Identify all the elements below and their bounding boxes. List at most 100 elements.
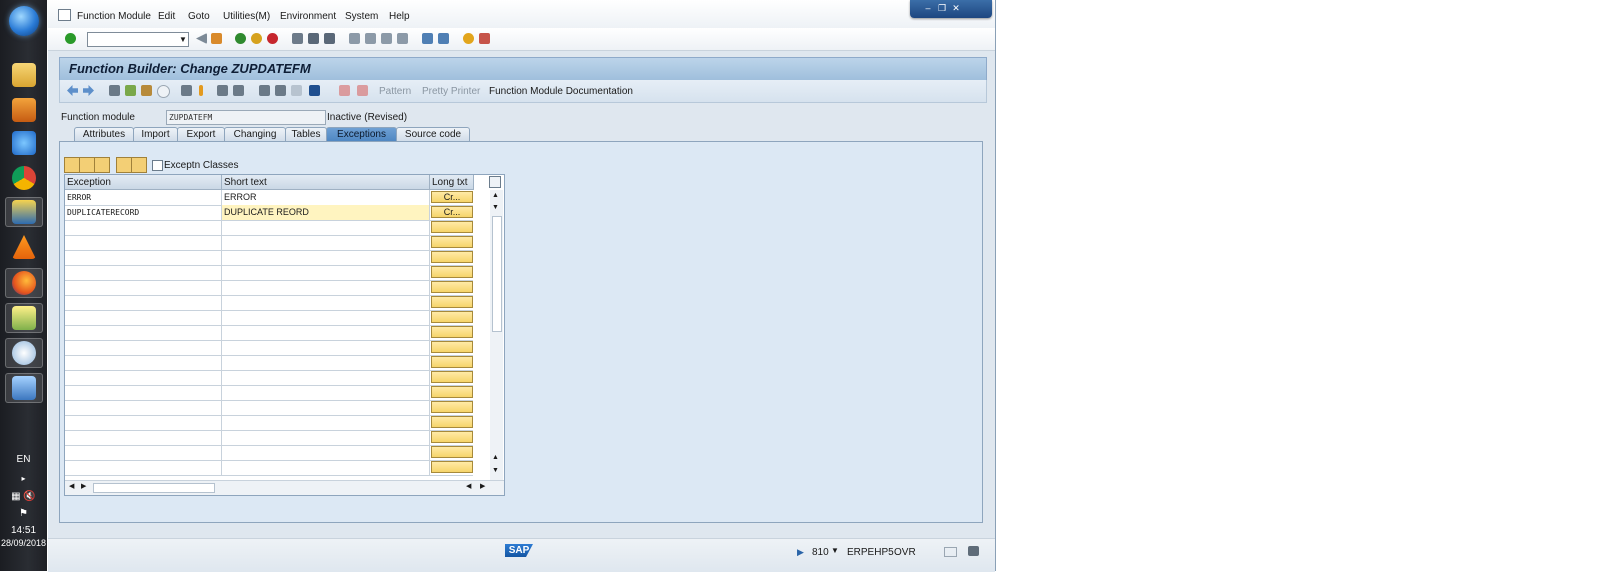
exception-cell[interactable]	[65, 250, 222, 265]
last-page-icon[interactable]	[397, 33, 408, 44]
vertical-scroll-thumb[interactable]	[492, 216, 502, 332]
exception-cell[interactable]	[65, 295, 222, 310]
horizontal-scrollbar[interactable]: ◀ ▶ ◀ ▶	[65, 480, 504, 495]
tab-attributes[interactable]: Attributes	[74, 127, 134, 142]
start-button[interactable]	[9, 6, 39, 36]
column-header-short-text[interactable]: Short text	[222, 175, 430, 190]
exception-cell[interactable]	[65, 385, 222, 400]
fm-documentation-button[interactable]: Function Module Documentation	[489, 86, 633, 97]
pattern-button[interactable]: Pattern	[379, 86, 411, 97]
table-row[interactable]	[65, 325, 473, 341]
long-text-button[interactable]	[431, 251, 473, 263]
tab-export[interactable]: Export	[177, 127, 225, 142]
maximize-button[interactable]: ❐	[936, 3, 948, 14]
short-text-cell[interactable]	[222, 445, 430, 460]
table-row[interactable]	[65, 370, 473, 386]
frame-icon[interactable]	[291, 85, 302, 96]
scroll-down-icon[interactable]: ▼	[492, 467, 499, 474]
forward-arrow-icon[interactable]	[83, 85, 94, 96]
table-settings-icon[interactable]	[489, 176, 501, 188]
vlc-icon[interactable]	[5, 232, 43, 262]
command-field[interactable]: ▼	[87, 32, 189, 47]
exception-cell[interactable]: DUPLICATERECORD	[65, 205, 222, 220]
table-row[interactable]: ERROR ERROR Cr...	[65, 190, 473, 206]
exception-cell[interactable]	[65, 265, 222, 280]
long-text-button[interactable]	[431, 401, 473, 413]
enhance-icon[interactable]	[275, 85, 286, 96]
scroll-right-icon[interactable]: ▶	[480, 482, 485, 490]
short-text-cell[interactable]: DUPLICATE REORD	[222, 205, 430, 220]
long-text-button[interactable]	[431, 236, 473, 248]
cut-icon[interactable]	[64, 157, 80, 173]
table-row[interactable]	[65, 415, 473, 431]
exception-cell[interactable]	[65, 415, 222, 430]
cancel-icon[interactable]	[267, 33, 278, 44]
collapse-arrow-icon[interactable]	[196, 33, 207, 44]
firefox-icon[interactable]	[5, 268, 43, 298]
scroll-up-icon[interactable]: ▲	[492, 192, 499, 199]
back-arrow-icon[interactable]	[67, 85, 78, 96]
navigation-window-icon[interactable]	[233, 85, 244, 96]
long-text-button[interactable]	[431, 446, 473, 458]
menu-function-module[interactable]: Function Module	[77, 11, 151, 22]
close-button[interactable]: ✕	[950, 3, 962, 14]
table-row[interactable]	[65, 460, 473, 476]
show-hidden-icons[interactable]: ▸	[0, 474, 47, 483]
tab-changing[interactable]: Changing	[224, 127, 286, 142]
scroll-right-icon[interactable]: ▶	[81, 482, 86, 490]
table-row[interactable]	[65, 280, 473, 296]
tab-import[interactable]: Import	[133, 127, 178, 142]
long-text-button[interactable]	[431, 431, 473, 443]
help-icon[interactable]	[463, 33, 474, 44]
menu-goto[interactable]: Goto	[188, 11, 210, 22]
short-text-cell[interactable]	[222, 415, 430, 430]
short-text-cell[interactable]	[222, 370, 430, 385]
table-row[interactable]	[65, 250, 473, 266]
paint-icon[interactable]	[5, 338, 43, 368]
info-icon[interactable]	[309, 85, 320, 96]
long-text-button[interactable]	[431, 416, 473, 428]
column-header-long-txt[interactable]: Long txt	[430, 175, 474, 190]
exception-cell[interactable]	[65, 325, 222, 340]
menu-edit[interactable]: Edit	[158, 11, 175, 22]
exit-icon[interactable]	[251, 33, 262, 44]
media-player-icon[interactable]	[5, 95, 43, 125]
short-text-cell[interactable]	[222, 295, 430, 310]
next-page-icon[interactable]	[381, 33, 392, 44]
table-row[interactable]	[65, 310, 473, 326]
insert-row-icon[interactable]	[116, 157, 132, 173]
table-row[interactable]	[65, 265, 473, 281]
where-used-icon[interactable]	[181, 85, 192, 96]
photo-viewer-icon[interactable]	[5, 373, 43, 403]
clock-time[interactable]: 14:51	[0, 525, 47, 536]
pattern-delete-icon[interactable]	[357, 85, 368, 96]
find-next-icon[interactable]	[324, 33, 335, 44]
chevron-down-icon[interactable]: ▼	[178, 33, 188, 46]
clock-date[interactable]: 28/09/2018	[0, 538, 47, 548]
table-row[interactable]: DUPLICATERECORD DUPLICATE REORD Cr...	[65, 205, 473, 221]
table-row[interactable]	[65, 235, 473, 251]
save-icon[interactable]	[211, 33, 222, 44]
scroll-left-icon[interactable]: ◀	[466, 482, 471, 490]
menu-help[interactable]: Help	[389, 11, 410, 22]
table-row[interactable]	[65, 220, 473, 236]
short-text-cell[interactable]	[222, 250, 430, 265]
long-text-button[interactable]	[431, 356, 473, 368]
back-icon[interactable]	[235, 33, 246, 44]
activate-icon[interactable]	[141, 85, 152, 96]
test-icon[interactable]	[157, 85, 170, 98]
short-text-cell[interactable]	[222, 460, 430, 475]
pretty-printer-button[interactable]: Pretty Printer	[422, 86, 480, 97]
menu-utilities[interactable]: Utilities(M)	[223, 11, 270, 22]
find-icon[interactable]	[308, 33, 319, 44]
chevron-down-icon[interactable]: ▼	[831, 546, 839, 555]
table-row[interactable]	[65, 400, 473, 416]
table-row[interactable]	[65, 430, 473, 446]
file-explorer-icon[interactable]	[5, 60, 43, 90]
create-session-icon[interactable]	[422, 33, 433, 44]
action-center-flag-icon[interactable]: ⚑	[0, 508, 47, 519]
long-text-button[interactable]	[431, 281, 473, 293]
long-text-create-button[interactable]: Cr...	[431, 191, 473, 203]
short-text-cell[interactable]	[222, 430, 430, 445]
long-text-button[interactable]	[431, 221, 473, 233]
